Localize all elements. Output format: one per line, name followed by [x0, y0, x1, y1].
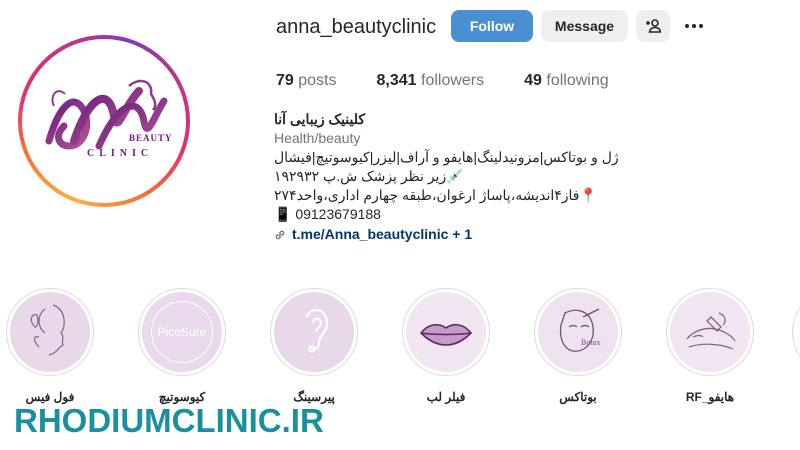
followers-stat[interactable]: 8,341 followers	[377, 72, 485, 90]
highlight-piercing[interactable]: پیرسینگ	[264, 288, 364, 404]
avatar-inner: BEAUTY CLINIC	[22, 39, 186, 203]
message-button[interactable]: Message	[541, 10, 628, 42]
lips-icon	[419, 323, 473, 346]
logo-clinic-text: CLINIC	[87, 148, 153, 159]
highlight-picosure[interactable]: PicoSure کیوسوتیچ	[132, 288, 232, 404]
bio-display-name: کلینیک زیبایی آنا	[274, 111, 366, 127]
picosure-icon: PicoSure	[157, 325, 207, 339]
profile-bio: کلینیک زیبایی آنا Health/beauty ژل و بوت…	[274, 110, 634, 244]
highlight-full-face[interactable]: فول فیس	[0, 288, 100, 404]
follow-button[interactable]: Follow	[451, 10, 533, 42]
profile-username: anna_beautyclinic	[276, 16, 437, 38]
following-label: following	[546, 72, 609, 89]
posts-label: posts	[298, 72, 337, 89]
highlight-hifu-rf[interactable]: هایفو_RF	[660, 288, 760, 404]
followers-label: followers	[421, 72, 485, 89]
highlight-label: هایفو_RF	[685, 390, 735, 404]
link-icon	[275, 230, 285, 239]
bio-phone-line: 📱 09123679188	[274, 206, 381, 222]
story-highlights: فول فیس PicoSure کیوسوتیچ پیرسینگ فیلر ل…	[0, 288, 800, 408]
following-stat[interactable]: 49 following	[524, 72, 609, 90]
ellipsis-icon	[685, 24, 703, 28]
face-lineart-icon	[30, 304, 65, 356]
more-options-button[interactable]	[682, 14, 706, 38]
bio-address-line: 📍فاز۴اندیشه،پاساژ ارغوان،طبقه چهارم ادار…	[274, 187, 597, 203]
botox-text: Botox	[581, 338, 601, 347]
clinic-logo-icon: BEAUTY CLINIC	[45, 79, 173, 159]
highlight-botox[interactable]: Botox بوتاکس	[528, 288, 628, 404]
bio-link[interactable]: t.me/Anna_beautyclinic + 1	[274, 225, 634, 244]
ear-piercing-icon	[305, 309, 329, 353]
bio-link-text: t.me/Anna_beautyclinic + 1	[292, 226, 473, 242]
posts-count: 79	[276, 72, 294, 89]
profile-stats: 79 posts 8,341 followers 49 following	[276, 72, 649, 90]
followers-count: 8,341	[376, 72, 417, 89]
following-count: 49	[524, 72, 542, 89]
suggest-user-button[interactable]	[636, 10, 670, 42]
posts-stat: 79 posts	[276, 72, 337, 90]
highlight-lip-filler[interactable]: فیلر لب	[396, 288, 496, 404]
highlight-label: بوتاکس	[559, 390, 597, 404]
add-person-icon	[646, 19, 661, 33]
profile-avatar[interactable]: BEAUTY CLINIC	[18, 35, 190, 207]
bio-doctor-line: 💉زیر نظر پزشک ش.پ ۱۹۲۹۳۲	[274, 168, 464, 184]
bio-services-line: ژل و بوتاکس|مزونیدلینگ|هایفو و آراف|لیزر…	[274, 149, 619, 165]
bio-category: Health/beauty	[274, 130, 361, 146]
face-treatment-icon	[686, 312, 736, 350]
highlight-partial[interactable]	[792, 288, 800, 376]
logo-beauty-text: BEAUTY	[129, 133, 173, 143]
highlight-label: فیلر لب	[426, 390, 466, 404]
botox-face-icon: Botox	[559, 308, 601, 352]
site-watermark: RHODIUMCLINIC.IR	[14, 402, 324, 439]
